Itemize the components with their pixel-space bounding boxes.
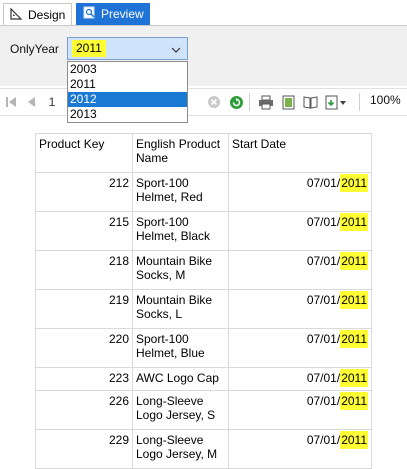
highlighted-year: 2011 xyxy=(340,252,368,270)
highlighted-year: 2011 xyxy=(340,431,368,449)
print-layout-icon[interactable] xyxy=(280,94,296,110)
column-header-product-name: English Product Name xyxy=(132,133,229,173)
report-toolbar: 1 xyxy=(0,88,407,116)
date-prefix: 07/01/ xyxy=(306,254,341,268)
start-date-cell: 07/01/2011 xyxy=(228,367,372,391)
print-icon[interactable] xyxy=(257,94,275,110)
product-name-cell: Sport-100 Helmet, Red xyxy=(132,172,229,212)
date-prefix: 07/01/ xyxy=(306,433,341,447)
year-option[interactable]: 2011 xyxy=(68,77,187,92)
product-key-cell: 219 xyxy=(35,289,133,329)
chevron-down-icon xyxy=(171,42,181,56)
design-icon xyxy=(10,7,23,23)
refresh-icon[interactable] xyxy=(228,94,244,110)
table-row: 212 Sport-100 Helmet, Red 07/01/2011 xyxy=(35,172,372,212)
start-date-cell: 07/01/2011 xyxy=(228,289,372,329)
first-page-icon[interactable] xyxy=(4,94,18,110)
parameter-label: OnlyYear xyxy=(10,42,59,56)
product-name-cell: Long-Sleeve Logo Jersey, S xyxy=(132,390,229,430)
year-option-highlighted[interactable]: 2012 xyxy=(68,92,187,107)
product-key-cell: 220 xyxy=(35,328,133,368)
year-select[interactable]: 2011 xyxy=(67,37,188,60)
highlighted-year: 2011 xyxy=(340,213,368,231)
highlighted-year: 2011 xyxy=(340,291,368,309)
start-date-cell: 07/01/2011 xyxy=(228,429,372,469)
product-key-cell: 226 xyxy=(35,390,133,430)
toolbar-divider xyxy=(249,93,250,111)
product-name-cell: Sport-100 Helmet, Black xyxy=(132,211,229,251)
date-prefix: 07/01/ xyxy=(306,215,341,229)
table-header-row: Product Key English Product Name Start D… xyxy=(35,133,372,173)
column-header-start-date: Start Date xyxy=(228,133,372,173)
start-date-cell: 07/01/2011 xyxy=(228,211,372,251)
report-table: Product Key English Product Name Start D… xyxy=(35,133,372,469)
parameter-panel xyxy=(0,26,407,86)
date-prefix: 07/01/ xyxy=(306,332,341,346)
zoom-level[interactable]: 100% xyxy=(370,93,401,107)
stop-icon[interactable] xyxy=(206,94,222,110)
toolbar-divider xyxy=(359,93,360,111)
page-number-input[interactable]: 1 xyxy=(46,94,58,110)
tab-strip: Design Preview xyxy=(0,0,407,26)
year-option[interactable]: 2003 xyxy=(68,62,187,77)
highlighted-year: 2011 xyxy=(340,392,368,410)
tab-design[interactable]: Design xyxy=(3,3,72,25)
year-option[interactable]: 2013 xyxy=(68,107,187,122)
date-prefix: 07/01/ xyxy=(306,176,341,190)
table-row: 215 Sport-100 Helmet, Black 07/01/2011 xyxy=(35,211,372,251)
product-name-cell: Mountain Bike Socks, L xyxy=(132,289,229,329)
tab-preview[interactable]: Preview xyxy=(76,3,150,25)
date-prefix: 07/01/ xyxy=(306,293,341,307)
product-name-cell: Sport-100 Helmet, Blue xyxy=(132,328,229,368)
table-row: 220 Sport-100 Helmet, Blue 07/01/2011 xyxy=(35,328,372,368)
highlighted-year: 2011 xyxy=(340,330,368,348)
tab-design-label: Design xyxy=(28,7,66,22)
table-row: 226 Long-Sleeve Logo Jersey, S 07/01/201… xyxy=(35,390,372,430)
page-setup-icon[interactable] xyxy=(302,94,318,110)
start-date-cell: 07/01/2011 xyxy=(228,250,372,290)
date-prefix: 07/01/ xyxy=(306,394,341,408)
product-key-cell: 223 xyxy=(35,367,133,391)
date-prefix: 07/01/ xyxy=(306,371,341,385)
tab-preview-label: Preview xyxy=(101,7,144,21)
start-date-cell: 07/01/2011 xyxy=(228,390,372,430)
table-row: 218 Mountain Bike Socks, M 07/01/2011 xyxy=(35,250,372,290)
product-key-cell: 212 xyxy=(35,172,133,212)
highlighted-year: 2011 xyxy=(340,369,368,387)
previous-page-icon[interactable] xyxy=(25,94,37,110)
product-name-cell: Long-Sleeve Logo Jersey, M xyxy=(132,429,229,469)
product-key-cell: 229 xyxy=(35,429,133,469)
column-header-product-key: Product Key xyxy=(35,133,133,173)
start-date-cell: 07/01/2011 xyxy=(228,172,372,212)
table-row: 223 AWC Logo Cap 07/01/2011 xyxy=(35,367,372,391)
export-icon[interactable] xyxy=(324,94,348,110)
start-date-cell: 07/01/2011 xyxy=(228,328,372,368)
product-name-cell: Mountain Bike Socks, M xyxy=(132,250,229,290)
product-name-cell: AWC Logo Cap xyxy=(132,367,229,391)
preview-icon xyxy=(83,6,96,22)
table-row: 229 Long-Sleeve Logo Jersey, M 07/01/201… xyxy=(35,429,372,469)
product-key-cell: 215 xyxy=(35,211,133,251)
product-key-cell: 218 xyxy=(35,250,133,290)
highlighted-year: 2011 xyxy=(340,174,368,192)
year-select-value: 2011 xyxy=(72,40,106,57)
table-row: 219 Mountain Bike Socks, L 07/01/2011 xyxy=(35,289,372,329)
year-dropdown-list: 2003 2011 2012 2013 xyxy=(67,61,188,123)
